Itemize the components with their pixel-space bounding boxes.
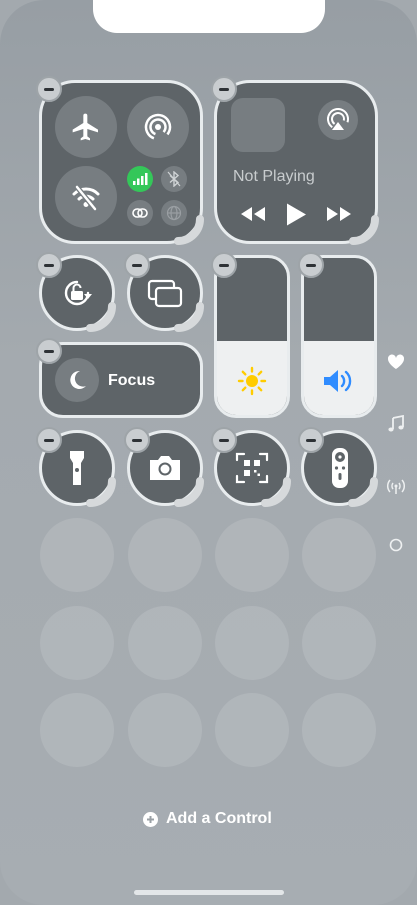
page-favorites[interactable]: [384, 350, 408, 374]
add-control-label: Add a Control: [166, 810, 272, 827]
remove-orientation-lock-button[interactable]: [36, 252, 62, 278]
airdrop-icon: [144, 113, 172, 141]
focus-moon-circle: [55, 358, 99, 402]
empty-slot[interactable]: [215, 518, 289, 592]
empty-slot[interactable]: [302, 518, 376, 592]
resize-handle[interactable]: [346, 475, 380, 509]
album-artwork: [231, 98, 285, 152]
personal-hotspot-button[interactable]: [127, 200, 153, 226]
play-icon[interactable]: [285, 202, 307, 227]
home-indicator[interactable]: [134, 890, 284, 895]
antenna-icon: [386, 479, 406, 494]
resize-handle[interactable]: [84, 475, 118, 509]
empty-slot[interactable]: [128, 693, 202, 767]
airplay-icon: [327, 108, 349, 130]
wifi-button[interactable]: [55, 166, 117, 228]
remove-volume-button[interactable]: [298, 252, 324, 278]
wifi-off-icon: [72, 185, 100, 211]
airplane-icon: [72, 113, 98, 141]
page-music[interactable]: [384, 412, 408, 436]
rewind-icon[interactable]: [240, 206, 266, 222]
resize-handle[interactable]: [172, 213, 206, 247]
empty-slot[interactable]: [128, 606, 202, 680]
empty-slot[interactable]: [215, 606, 289, 680]
remove-brightness-button[interactable]: [211, 252, 237, 278]
bluetooth-off-icon: [167, 171, 181, 187]
remove-now-playing-button[interactable]: [211, 76, 237, 102]
heart-icon: [387, 354, 405, 369]
sun-icon: [237, 366, 267, 396]
plus-circle-icon: [143, 811, 158, 827]
cellular-button[interactable]: [127, 166, 153, 192]
airplane-mode-button[interactable]: [55, 96, 117, 158]
resize-handle[interactable]: [172, 300, 206, 334]
personal-hotspot-icon: [132, 208, 148, 218]
music-note-icon: [388, 415, 404, 432]
empty-slot[interactable]: [128, 518, 202, 592]
resize-handle[interactable]: [172, 475, 206, 509]
remove-camera-button[interactable]: [124, 427, 150, 453]
remove-connectivity-button[interactable]: [36, 76, 62, 102]
focus-label: Focus: [108, 372, 156, 389]
moon-icon: [70, 370, 86, 389]
empty-slot[interactable]: [40, 606, 114, 680]
control-center-edit-screen: Not Playing Focus Add a Control: [0, 0, 417, 905]
remove-focus-button[interactable]: [36, 338, 62, 364]
airplay-button[interactable]: [318, 100, 358, 140]
circle-icon: [389, 538, 403, 552]
remove-screen-mirroring-button[interactable]: [124, 252, 150, 278]
cellular-icon: [133, 173, 148, 185]
empty-slot[interactable]: [302, 606, 376, 680]
empty-slot[interactable]: [40, 693, 114, 767]
remove-code-scanner-button[interactable]: [211, 427, 237, 453]
empty-slot[interactable]: [215, 693, 289, 767]
empty-slot[interactable]: [302, 693, 376, 767]
speaker-icon: [324, 370, 352, 392]
resize-handle[interactable]: [84, 300, 118, 334]
page-empty[interactable]: [384, 533, 408, 557]
remove-remote-button[interactable]: [298, 427, 324, 453]
empty-slot[interactable]: [40, 518, 114, 592]
airdrop-button[interactable]: [127, 96, 189, 158]
now-playing-status: Not Playing: [233, 168, 315, 185]
resize-handle[interactable]: [347, 213, 381, 247]
resize-handle[interactable]: [259, 475, 293, 509]
page-connectivity[interactable]: [384, 474, 408, 498]
remove-flashlight-button[interactable]: [36, 427, 62, 453]
add-control-button[interactable]: Add a Control: [143, 808, 272, 830]
bluetooth-button[interactable]: [161, 166, 187, 192]
notch: [93, 0, 325, 33]
